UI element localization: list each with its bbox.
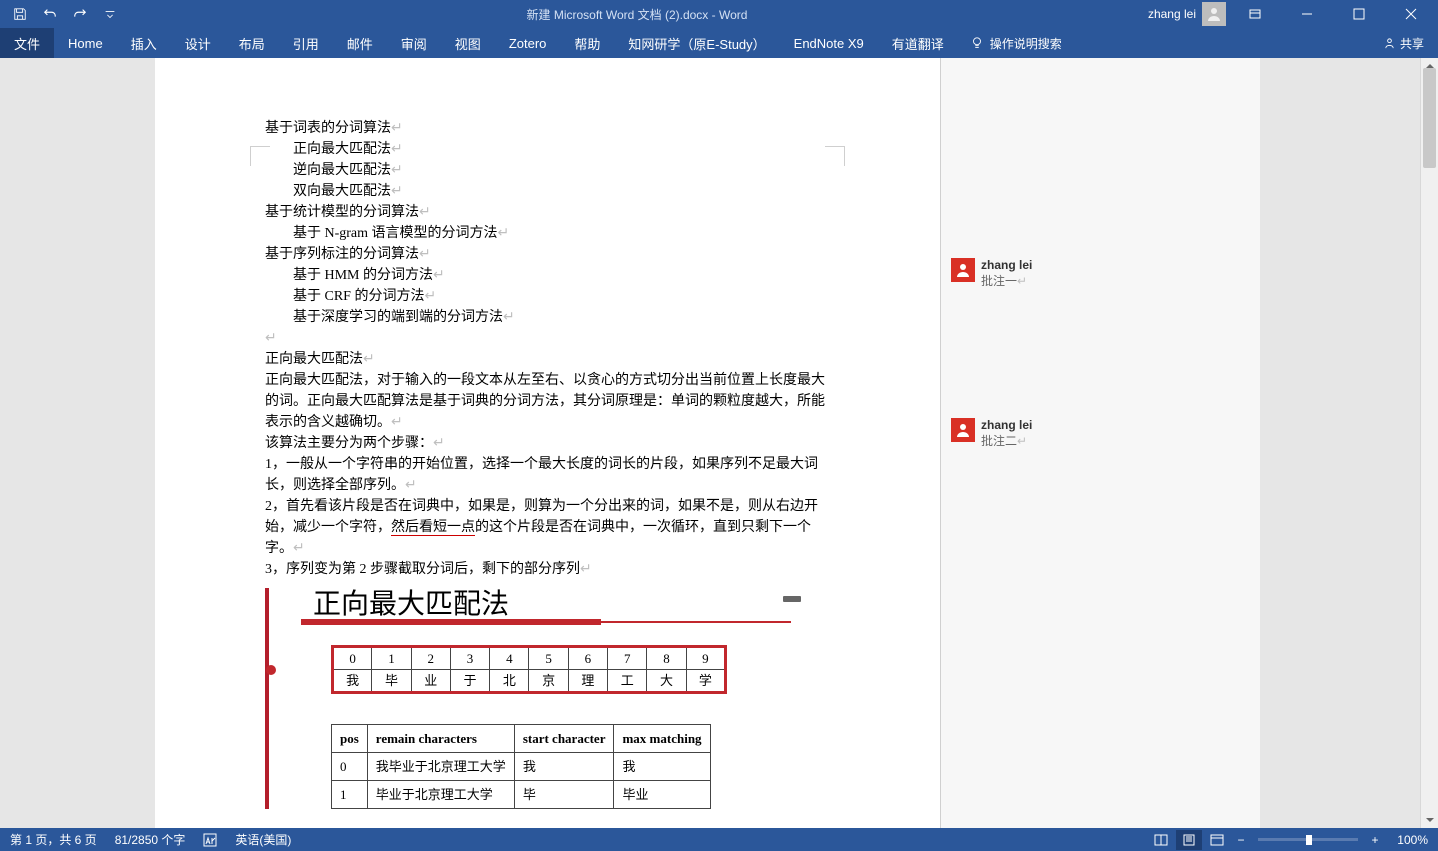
tab-layout[interactable]: 布局 (225, 28, 279, 58)
tab-design[interactable]: 设计 (171, 28, 225, 58)
comment-text: 批注一↵ (981, 272, 1032, 289)
zoom-value[interactable]: 100% (1386, 833, 1428, 847)
qat-customize-icon[interactable] (98, 2, 122, 26)
zoom-slider[interactable] (1258, 838, 1358, 841)
tab-youdao[interactable]: 有道翻译 (878, 28, 958, 58)
read-mode-button[interactable] (1148, 830, 1174, 850)
status-bar: 第 1 页，共 6 页 81/2850 个字 英语(美国) − + 100% (0, 828, 1438, 851)
figure-index-grid: 0123456789 我毕业于北京理工大学 (331, 645, 727, 694)
doc-line: 正向最大匹配法↵ (265, 139, 830, 160)
comment-pane: zhang lei 批注一↵ zhang lei 批注二↵ (940, 58, 1260, 828)
doc-line: 基于统计模型的分词算法↵ (265, 202, 830, 223)
title-bar: 新建 Microsoft Word 文档 (2).docx - Word zha… (0, 0, 1438, 28)
scroll-down-button[interactable] (1421, 812, 1438, 828)
spellcheck-button[interactable] (203, 833, 217, 847)
share-icon (1383, 37, 1396, 50)
save-button[interactable] (8, 2, 32, 26)
user-avatar[interactable] (1202, 2, 1226, 26)
doc-line: 基于词表的分词算法↵ (265, 118, 830, 139)
document-title: 新建 Microsoft Word 文档 (2).docx - Word (130, 6, 1144, 23)
maximize-button[interactable] (1336, 0, 1382, 28)
figure-divider-thin (601, 621, 791, 623)
comment-body: zhang lei 批注一↵ (981, 258, 1032, 289)
comment-avatar-icon (951, 258, 975, 282)
tab-references[interactable]: 引用 (279, 28, 333, 58)
tab-home[interactable]: Home (54, 28, 117, 58)
tab-file[interactable]: 文件 (0, 28, 54, 58)
doc-blank-line: ↵ (265, 328, 830, 349)
title-right: zhang lei (1144, 0, 1438, 28)
comment-author: zhang lei (981, 258, 1032, 272)
quick-access-toolbar (0, 2, 130, 26)
undo-button[interactable] (38, 2, 62, 26)
minimize-button[interactable] (1284, 0, 1330, 28)
share-button[interactable]: 共享 (1369, 28, 1438, 58)
doc-paragraph: 2，首先看该片段是否在词典中，如果是，则算为一个分出来的词，如果不是，则从右边开… (265, 496, 830, 559)
tab-endnote[interactable]: EndNote X9 (780, 28, 878, 58)
image-handle-icon (783, 596, 801, 602)
doc-line: 基于序列标注的分词算法↵ (265, 244, 830, 265)
figure-box[interactable]: 正向最大匹配法 0123456789 我毕业于北京理工大学 (265, 588, 805, 809)
ribbon-tabs: 文件 Home 插入 设计 布局 引用 邮件 审阅 视图 Zotero 帮助 知… (0, 28, 1438, 58)
doc-line: 基于 N-gram 语言模型的分词方法↵ (265, 223, 830, 244)
figure-title: 正向最大匹配法 (273, 588, 805, 619)
doc-line: 逆向最大匹配法↵ (265, 160, 830, 181)
tab-cnki[interactable]: 知网研学（原E-Study） (614, 28, 779, 58)
comment-text: 批注二↵ (981, 432, 1032, 449)
language-indicator[interactable]: 英语(美国) (235, 831, 291, 848)
page-indicator[interactable]: 第 1 页，共 6 页 (10, 831, 97, 848)
tab-review[interactable]: 审阅 (387, 28, 441, 58)
tab-insert[interactable]: 插入 (117, 28, 171, 58)
doc-paragraph: 该算法主要分为两个步骤：↵ (265, 433, 830, 454)
tab-view[interactable]: 视图 (441, 28, 495, 58)
tell-me-label: 操作说明搜索 (990, 35, 1062, 52)
tell-me-search[interactable]: 操作说明搜索 (958, 28, 1074, 58)
comment[interactable]: zhang lei 批注二↵ (951, 418, 1032, 449)
vertical-scrollbar[interactable] (1420, 58, 1438, 828)
page: 基于词表的分词算法↵ 正向最大匹配法↵ 逆向最大匹配法↵ 双向最大匹配法↵ 基于… (155, 58, 940, 828)
share-label: 共享 (1400, 35, 1424, 52)
doc-line: 基于 HMM 的分词方法↵ (265, 265, 830, 286)
tab-mailings[interactable]: 邮件 (333, 28, 387, 58)
doc-heading: 正向最大匹配法↵ (265, 349, 830, 370)
doc-paragraph: 正向最大匹配法，对于输入的一段文本从左至右、以贪心的方式切分出当前位置上长度最大… (265, 370, 830, 433)
print-layout-button[interactable] (1176, 830, 1202, 850)
doc-paragraph: 1，一般从一个字符串的开始位置，选择一个最大长度的词长的片段，如果序列不足最大词… (265, 454, 830, 496)
document-scroll-area[interactable]: 基于词表的分词算法↵ 正向最大匹配法↵ 逆向最大匹配法↵ 双向最大匹配法↵ 基于… (0, 58, 1438, 828)
figure-trace-table: posremain charactersstart charactermax m… (331, 724, 711, 809)
comment-avatar-icon (951, 418, 975, 442)
tab-zotero[interactable]: Zotero (495, 28, 561, 58)
zoom-in-button[interactable]: + (1366, 833, 1384, 847)
web-layout-button[interactable] (1204, 830, 1230, 850)
redo-button[interactable] (68, 2, 92, 26)
tab-help[interactable]: 帮助 (560, 28, 614, 58)
red-dot-icon (266, 665, 276, 675)
doc-paragraph: 3，序列变为第 2 步骤截取分词后，剩下的部分序列↵ (265, 559, 830, 580)
comment-author: zhang lei (981, 418, 1032, 432)
user-name: zhang lei (1148, 7, 1196, 21)
scroll-thumb[interactable] (1423, 68, 1436, 168)
doc-line: 基于深度学习的端到端的分词方法↵ (265, 307, 830, 328)
close-button[interactable] (1388, 0, 1434, 28)
comment[interactable]: zhang lei 批注一↵ (951, 258, 1032, 289)
table-row: 1毕业于北京理工大学毕毕业 (332, 781, 711, 809)
zoom-out-button[interactable]: − (1232, 833, 1250, 847)
zoom-slider-thumb[interactable] (1306, 835, 1312, 845)
workspace: 基于词表的分词算法↵ 正向最大匹配法↵ 逆向最大匹配法↵ 双向最大匹配法↵ 基于… (0, 58, 1438, 828)
lightbulb-icon (970, 36, 984, 50)
comment-body: zhang lei 批注二↵ (981, 418, 1032, 449)
margin-corner-tl (250, 146, 270, 166)
ribbon-display-options-button[interactable] (1232, 0, 1278, 28)
table-row: 0我毕业于北京理工大学我我 (332, 753, 711, 781)
word-count[interactable]: 81/2850 个字 (115, 831, 186, 848)
doc-line: 基于 CRF 的分词方法↵ (265, 286, 830, 307)
margin-corner-tr (825, 146, 845, 166)
spellcheck-icon (203, 833, 217, 847)
doc-line: 双向最大匹配法↵ (265, 181, 830, 202)
